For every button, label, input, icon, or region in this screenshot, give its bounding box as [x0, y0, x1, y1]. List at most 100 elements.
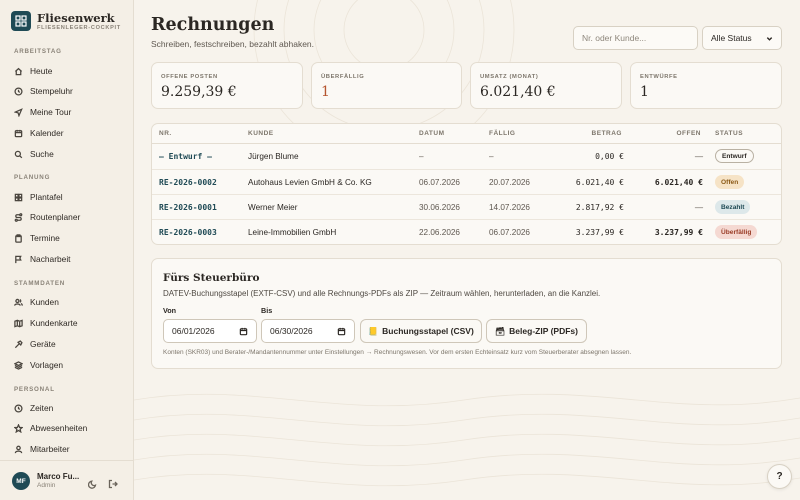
sidebar-item-label: Nacharbeit [30, 254, 71, 264]
layers-icon [14, 360, 23, 370]
table-row[interactable]: RE-2026-0002 Autohaus Levien GmbH & Co. … [152, 169, 781, 194]
sidebar-item-kundenkarte[interactable]: Kundenkarte [8, 314, 126, 332]
invoice-date: 22.06.2026 [419, 228, 460, 237]
kpi-label: UMSATZ (MONAT) [480, 74, 539, 80]
sidebar-item-zeiten[interactable]: Zeiten [8, 399, 126, 417]
user-icon [14, 445, 23, 453]
kpi-label: ENTWÜRFE [640, 74, 678, 80]
due-date: 06.07.2026 [489, 228, 530, 237]
section-label-planung: PLANUNG [14, 174, 51, 181]
sidebar-item-kalender[interactable]: Kalender [8, 124, 126, 142]
invoice-number[interactable]: RE-2026-0002 [159, 178, 217, 187]
sidebar: Fliesenwerk FLIESENLEGER-COCKPIT ARBEITS… [0, 0, 134, 500]
sidebar-item-abwesenheiten[interactable]: Abwesenheiten [8, 419, 126, 437]
status-badge: Bezahlt [715, 200, 751, 214]
brand[interactable]: Fliesenwerk FLIESENLEGER-COCKPIT [11, 11, 121, 31]
status-filter-select[interactable]: Alle Status [702, 26, 782, 50]
sidebar-item-geraete[interactable]: Geräte [8, 335, 126, 353]
export-zip-button[interactable]: 🗃 Beleg-ZIP (PDFs) [486, 319, 587, 343]
map-icon [14, 318, 23, 328]
sidebar-item-stempeluhr[interactable]: Stempeluhr [8, 82, 126, 100]
from-date-value: 06/01/2026 [172, 326, 215, 336]
sidebar-item-kunden[interactable]: Kunden [8, 293, 126, 311]
to-date-label: Bis [261, 306, 273, 315]
table-row[interactable]: RE-2026-0003 Leine-Immobilien GmbH 22.06… [152, 219, 781, 244]
search-icon [14, 150, 23, 158]
sidebar-item-meine-tour[interactable]: Meine Tour [8, 103, 126, 121]
column-header-datum: DATUM [419, 130, 445, 137]
column-header-kunde: KUNDE [248, 130, 274, 137]
navigation-icon [14, 107, 23, 117]
open-amount: 3.237,99 € [654, 228, 703, 237]
status-filter-value: Alle Status [711, 33, 752, 43]
sidebar-item-label: Mitarbeiter [30, 444, 70, 454]
column-header-faellig: FÄLLIG [489, 130, 516, 137]
sidebar-item-suche[interactable]: Suche [8, 145, 126, 163]
kpi-card-ueberfaellig: ÜBERFÄLLIG 1 [311, 62, 462, 109]
sidebar-item-mitarbeiter[interactable]: Mitarbeiter [8, 440, 126, 458]
due-date: 14.07.2026 [489, 203, 530, 212]
sidebar-item-label: Vorlagen [30, 360, 64, 370]
clock-icon [14, 403, 23, 413]
sidebar-item-label: Suche [30, 149, 54, 159]
avatar[interactable]: MF [12, 472, 30, 490]
moon-icon[interactable] [87, 476, 98, 489]
sidebar-item-vorlagen[interactable]: Vorlagen [8, 356, 126, 374]
page-subtitle: Schreiben, festschreiben, bezahlt abhake… [151, 39, 315, 49]
help-button[interactable]: ? [767, 464, 792, 489]
amount: 6.021,40 € [575, 178, 624, 187]
kpi-value: 6.021,40 € [480, 84, 556, 100]
tax-panel-title: Fürs Steuerbüro [163, 272, 260, 284]
calendar-icon [239, 327, 248, 335]
sidebar-item-heute[interactable]: Heute [8, 62, 126, 80]
kpi-card-umsatz-monat: UMSATZ (MONAT) 6.021,40 € [470, 62, 622, 109]
invoice-table: NR. KUNDE DATUM FÄLLIG BETRAG OFFEN STAT… [151, 123, 782, 245]
export-csv-button[interactable]: 📒 Buchungsstapel (CSV) [360, 319, 482, 343]
customer-name: Jürgen Blume [248, 152, 299, 161]
sidebar-item-label: Termine [30, 233, 60, 243]
logo-grid-icon [11, 11, 31, 31]
kpi-label: OFFENE POSTEN [161, 74, 218, 80]
invoice-date: 30.06.2026 [419, 203, 460, 212]
invoice-number[interactable]: — Entwurf — [159, 152, 212, 161]
sidebar-item-nacharbeit[interactable]: Nacharbeit [8, 250, 126, 268]
kpi-card-offene-posten: OFFENE POSTEN 9.259,39 € [151, 62, 303, 109]
section-label-arbeitstag: ARBEITSTAG [14, 48, 62, 55]
due-date: 20.07.2026 [489, 178, 530, 187]
tax-export-panel: Fürs Steuerbüro DATEV-Buchungsstapel (EX… [151, 258, 782, 369]
logout-icon[interactable] [108, 476, 118, 489]
section-label-personal: PERSONAL [14, 386, 55, 393]
sidebar-item-routenplaner[interactable]: Routenplaner [8, 208, 126, 226]
sidebar-item-termine[interactable]: Termine [8, 229, 126, 247]
tax-panel-description: DATEV-Buchungsstapel (EXTF-CSV) und alle… [163, 289, 601, 298]
sidebar-item-plantafel[interactable]: Plantafel [8, 188, 126, 206]
to-date-input[interactable]: 06/30/2026 [261, 319, 355, 343]
from-date-label: Von [163, 306, 177, 315]
kpi-label: ÜBERFÄLLIG [321, 74, 365, 80]
customer-name: Werner Meier [248, 203, 298, 212]
amount: 0,00 € [595, 152, 624, 161]
open-amount: 6.021,40 € [654, 178, 703, 187]
column-header-status: STATUS [715, 130, 744, 137]
sidebar-item-label: Kundenkarte [30, 318, 78, 328]
amount: 2.817,92 € [575, 203, 624, 212]
search-input[interactable] [573, 26, 698, 50]
due-date: – [489, 152, 494, 161]
calendar-icon [14, 129, 23, 137]
user-name: Marco Fu... [37, 472, 80, 481]
open-amount: — [694, 152, 703, 161]
from-date-input[interactable]: 06/01/2026 [163, 319, 257, 343]
sidebar-footer: MF Marco Fu... Admin [0, 460, 133, 500]
invoice-number[interactable]: RE-2026-0001 [159, 203, 217, 212]
invoice-number[interactable]: RE-2026-0003 [159, 228, 217, 237]
flag-icon [15, 255, 22, 263]
hammer-icon [14, 339, 23, 348]
users-icon [14, 298, 23, 306]
chevron-down-icon [766, 36, 773, 41]
table-row[interactable]: RE-2026-0001 Werner Meier 30.06.2026 14.… [152, 194, 781, 219]
page-title: Rechnungen [151, 15, 275, 35]
route-icon [14, 212, 23, 222]
to-date-value: 06/30/2026 [270, 326, 313, 336]
kpi-value: 9.259,39 € [161, 84, 237, 100]
table-row[interactable]: — Entwurf — Jürgen Blume – – 0,00 € — En… [152, 144, 781, 169]
